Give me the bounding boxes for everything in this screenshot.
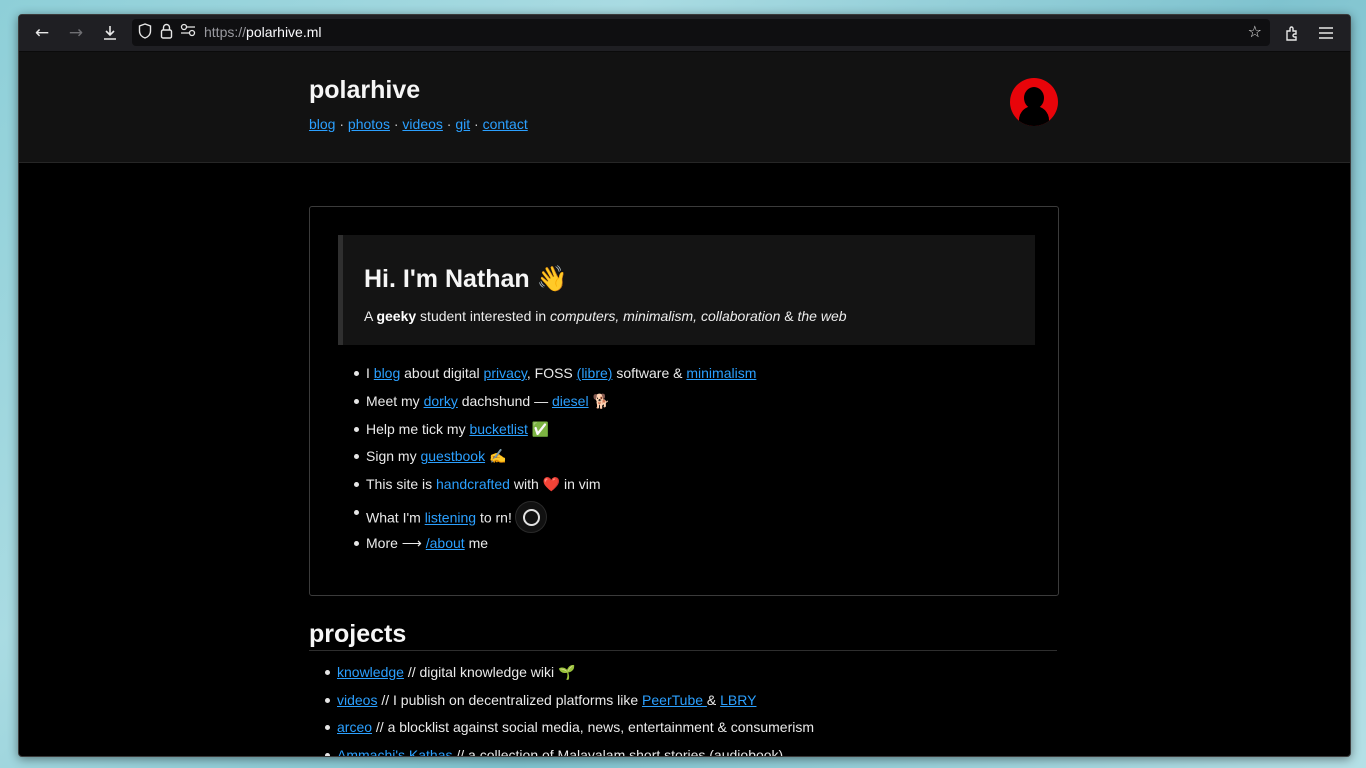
list-item: More ⟶ /about me <box>353 534 756 562</box>
download-icon[interactable] <box>97 20 123 46</box>
hero-title: Hi. I'm Nathan 👋 <box>364 265 568 293</box>
forward-arrow-icon[interactable]: → <box>63 20 89 46</box>
item-text: in vim <box>560 476 601 493</box>
hero-sub-text: A <box>364 308 377 324</box>
item-text: with <box>509 476 543 493</box>
hero-sub-text: & <box>780 308 798 324</box>
blog-link[interactable]: blog <box>374 365 400 381</box>
nav-contact-link[interactable]: contact <box>483 116 528 132</box>
arceo-link[interactable]: arceo <box>337 719 372 735</box>
item-text: This site is <box>366 476 437 493</box>
about-link[interactable]: /about <box>426 535 465 551</box>
list-item: videos // I publish on decentralized pla… <box>324 691 814 719</box>
hero-subtitle: A geeky student interested in computers,… <box>364 308 847 324</box>
item-text: // a collection of Malayalam short stori… <box>452 746 784 756</box>
item-text: What I'm <box>366 509 425 526</box>
hero-sub-italic: computers, minimalism, collaboration <box>550 308 781 324</box>
item-text: about digital <box>400 365 484 381</box>
nav-separator: · <box>339 116 345 132</box>
back-arrow-icon[interactable]: ← <box>29 20 55 46</box>
list-item: Ammachi's Kathas // a collection of Mala… <box>324 746 814 756</box>
item-text: More ⟶ <box>366 534 426 551</box>
item-text: , FOSS <box>526 365 577 381</box>
permissions-icon[interactable] <box>180 23 196 41</box>
menu-icon[interactable] <box>1313 20 1339 46</box>
dog-icon: 🐕 <box>588 392 610 409</box>
nav-blog-link[interactable]: blog <box>309 116 335 132</box>
item-text: to rn! <box>476 509 512 526</box>
list-item: Sign my guestbook ✍️ <box>353 447 756 475</box>
lock-icon[interactable] <box>160 23 173 43</box>
item-text: software & <box>612 365 687 381</box>
privacy-link[interactable]: privacy <box>484 365 527 381</box>
hero-sub-italic: the web <box>797 308 847 324</box>
nav-git-link[interactable]: git <box>455 116 470 132</box>
list-item: What I'm listening to rn! <box>353 500 756 534</box>
listening-link[interactable]: listening <box>425 510 476 526</box>
nav-photos-link[interactable]: photos <box>348 116 390 132</box>
writing-hand-icon: ✍️ <box>485 448 507 465</box>
url-text[interactable]: https://polarhive.ml <box>204 24 322 40</box>
hero-sub-text: student interested in <box>416 308 551 324</box>
hero-sub-bold: geeky <box>376 308 417 324</box>
projects-list: knowledge // digital knowledge wiki 🌱 vi… <box>324 663 815 756</box>
now-playing-button[interactable] <box>514 500 547 533</box>
list-item: arceo // a blocklist against social medi… <box>324 718 815 746</box>
url-bar[interactable]: https://polarhive.ml ☆ <box>132 19 1270 46</box>
extensions-icon[interactable] <box>1279 20 1305 46</box>
item-text: dachshund — <box>457 392 552 409</box>
check-mark-icon: ✅ <box>527 420 550 437</box>
diesel-link[interactable]: diesel <box>552 393 589 409</box>
knowledge-link[interactable]: knowledge <box>337 664 404 680</box>
list-item: knowledge // digital knowledge wiki 🌱 <box>324 663 814 691</box>
hero-blockquote: Hi. I'm Nathan 👋 A geeky student interes… <box>338 235 1035 345</box>
item-text: // I publish on decentralized platforms … <box>377 691 643 708</box>
site-header: polarhive blog · photos · videos · git ·… <box>19 52 1350 163</box>
avatar-body-shape <box>1019 106 1049 126</box>
heart-icon: ❤️ <box>542 476 561 493</box>
site-nav: blog · photos · videos · git · contact <box>309 116 528 132</box>
item-text: // digital knowledge wiki 🌱 <box>403 664 576 680</box>
list-item: Help me tick my bucketlist ✅ <box>353 420 756 448</box>
nav-separator: · <box>474 116 479 132</box>
page-content: polarhive blog · photos · videos · git ·… <box>19 52 1350 756</box>
browser-window: ← → https://polarhive.ml ☆ polarhive blo… <box>18 14 1351 757</box>
item-text: me <box>464 534 489 551</box>
handcrafted-link[interactable]: handcrafted <box>436 476 510 492</box>
item-text: Sign my <box>366 448 421 465</box>
bucketlist-link[interactable]: bucketlist <box>469 421 527 437</box>
item-text: Help me tick my <box>366 420 470 437</box>
browser-toolbar: ← → https://polarhive.ml ☆ <box>19 15 1350 52</box>
lbry-link[interactable]: LBRY <box>720 692 756 708</box>
url-host: polarhive.ml <box>246 24 322 40</box>
videos-link[interactable]: videos <box>337 692 377 708</box>
list-item: This site is handcrafted with ❤️ in vim <box>353 475 756 503</box>
intro-card: Hi. I'm Nathan 👋 A geeky student interes… <box>309 206 1059 596</box>
url-scheme: https:// <box>204 24 247 40</box>
shield-icon[interactable] <box>138 23 152 43</box>
item-text: I <box>366 365 374 381</box>
item-text: & <box>706 691 721 708</box>
nav-separator: · <box>393 116 399 132</box>
nav-separator: · <box>446 116 452 132</box>
avatar[interactable] <box>1010 78 1058 126</box>
dorky-link[interactable]: dorky <box>424 393 458 409</box>
peertube-link[interactable]: PeerTube <box>642 692 707 708</box>
guestbook-link[interactable]: guestbook <box>420 448 485 464</box>
libre-link[interactable]: (libre) <box>577 365 613 381</box>
list-item: I blog about digital privacy, FOSS (libr… <box>353 364 756 392</box>
bookmark-star-icon[interactable]: ☆ <box>1248 22 1262 41</box>
minimalism-link[interactable]: minimalism <box>686 365 756 381</box>
projects-heading: projects <box>309 620 407 648</box>
list-item: Meet my dorky dachshund — diesel 🐕 <box>353 392 756 420</box>
site-title[interactable]: polarhive <box>309 76 420 105</box>
ammachis-kathas-link[interactable]: Ammachi's Kathas <box>337 747 453 756</box>
nav-videos-link[interactable]: videos <box>402 116 442 132</box>
projects-divider <box>309 650 1057 651</box>
item-text: Meet my <box>366 392 424 409</box>
facts-list: I blog about digital privacy, FOSS (libr… <box>353 364 756 562</box>
item-text: // a blocklist against social media, new… <box>372 719 815 736</box>
